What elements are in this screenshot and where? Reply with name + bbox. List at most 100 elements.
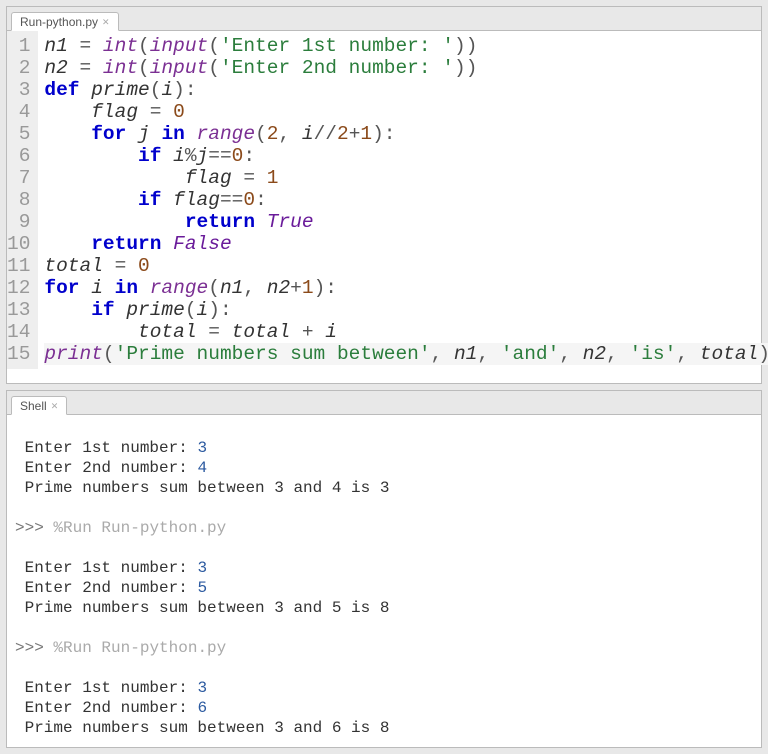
code-token-name: i [325,321,337,343]
code-token-name: n2 [583,343,606,365]
code-token-str: 'Prime numbers sum between' [115,343,431,365]
code-token-op: = [68,57,103,79]
shell-cutoff [15,417,753,438]
code-token-op: = [103,255,138,277]
code-token-name: total [232,321,291,343]
code-token-name: flag [185,167,232,189]
code-token-op [161,233,173,255]
code-line[interactable]: if prime(i): [44,299,768,321]
code-token-op: , [431,343,454,365]
code-area[interactable]: n1 = int(input('Enter 1st number: '))n2 … [38,31,768,369]
code-token-fn: input [150,35,209,57]
code-line[interactable]: flag = 1 [44,167,768,189]
shell-input-line: Enter 1st number: 3 [15,558,753,578]
close-icon[interactable]: ✕ [51,401,59,412]
code-line[interactable]: def prime(i): [44,79,768,101]
code-token-num: 0 [243,189,255,211]
line-number: 14 [7,321,30,343]
code-token-name: n1 [454,343,477,365]
code-token-name: i [173,145,185,167]
editor-body[interactable]: 123456789101112131415 n1 = int(input('En… [7,31,761,369]
code-line[interactable]: total = total + i [44,321,768,343]
code-token-op [115,299,127,321]
line-number: 15 [7,343,30,365]
code-line[interactable]: total = 0 [44,255,768,277]
code-line[interactable]: flag = 0 [44,101,768,123]
code-token-name: total [700,343,759,365]
code-line[interactable]: return True [44,211,768,233]
code-token-name: i [197,299,209,321]
code-line[interactable]: for i in range(n1, n2+1): [44,277,768,299]
code-token-op [103,277,115,299]
line-number: 5 [7,123,30,145]
shell-blank [15,498,753,518]
code-token-op [44,189,138,211]
code-token-op [161,189,173,211]
code-token-kw: for [91,123,126,145]
line-number: 7 [7,167,30,189]
shell-output-line: Prime numbers sum between 3 and 5 is 8 [15,598,753,618]
shell-tab[interactable]: Shell ✕ [11,396,67,415]
shell-blank [15,618,753,638]
line-number: 13 [7,299,30,321]
code-token-fn: int [103,57,138,79]
line-number: 12 [7,277,30,299]
shell-pane: Shell ✕ Enter 1st number: 3 Enter 2nd nu… [6,390,762,748]
code-token-name: total [44,255,103,277]
line-number: 2 [7,57,30,79]
line-number: 3 [7,79,30,101]
editor-tab[interactable]: Run-python.py ✕ [11,12,119,31]
code-token-op: ) [758,343,768,365]
code-token-op: ( [208,57,220,79]
code-token-op [126,123,138,145]
code-token-name: flag [173,189,220,211]
code-token-op: , [606,343,629,365]
code-line[interactable]: for j in range(2, i//2+1): [44,123,768,145]
code-token-op [80,277,92,299]
code-token-num: 2 [337,123,349,145]
close-icon[interactable]: ✕ [102,17,110,28]
code-token-name: total [138,321,197,343]
code-token-op [80,79,92,101]
code-token-kw: return [91,233,161,255]
code-token-op: , [676,343,699,365]
line-number: 10 [7,233,30,255]
shell-blank [15,658,753,678]
code-token-op [150,123,162,145]
code-token-op [44,101,91,123]
code-token-op: + [349,123,361,145]
code-token-op [138,277,150,299]
code-token-num: 0 [173,101,185,123]
code-token-num: 1 [302,277,314,299]
code-token-num: 1 [360,123,372,145]
code-line[interactable]: print('Prime numbers sum between', n1, '… [44,343,768,365]
code-token-name: i [302,123,314,145]
code-token-kw: in [115,277,138,299]
code-token-op: ( [103,343,115,365]
code-token-name: flag [91,101,138,123]
code-token-op: ): [173,79,196,101]
code-line[interactable]: n2 = int(input('Enter 2nd number: ')) [44,57,768,79]
code-token-kw: in [161,123,184,145]
shell-tab-label: Shell [20,399,47,413]
code-line[interactable]: return False [44,233,768,255]
code-token-op: ( [208,35,220,57]
code-token-op [44,167,184,189]
code-token-op: + [290,321,325,343]
code-token-op: ): [208,299,231,321]
code-token-kw: if [138,189,161,211]
code-line[interactable]: if i%j==0: [44,145,768,167]
shell-blank [15,738,753,754]
code-token-fn: print [44,343,103,365]
code-token-op: = [232,167,267,189]
code-token-str: 'and' [501,343,560,365]
code-line[interactable]: n1 = int(input('Enter 1st number: ')) [44,35,768,57]
shell-output[interactable]: Enter 1st number: 3 Enter 2nd number: 4 … [7,415,761,754]
code-token-kw: def [44,79,79,101]
code-token-name: n1 [44,35,67,57]
code-line[interactable]: if flag==0: [44,189,768,211]
code-token-num: 0 [232,145,244,167]
shell-prompt-line: >>> %Run Run-python.py [15,638,753,658]
code-token-op: == [208,145,231,167]
shell-input-line: Enter 2nd number: 4 [15,458,753,478]
